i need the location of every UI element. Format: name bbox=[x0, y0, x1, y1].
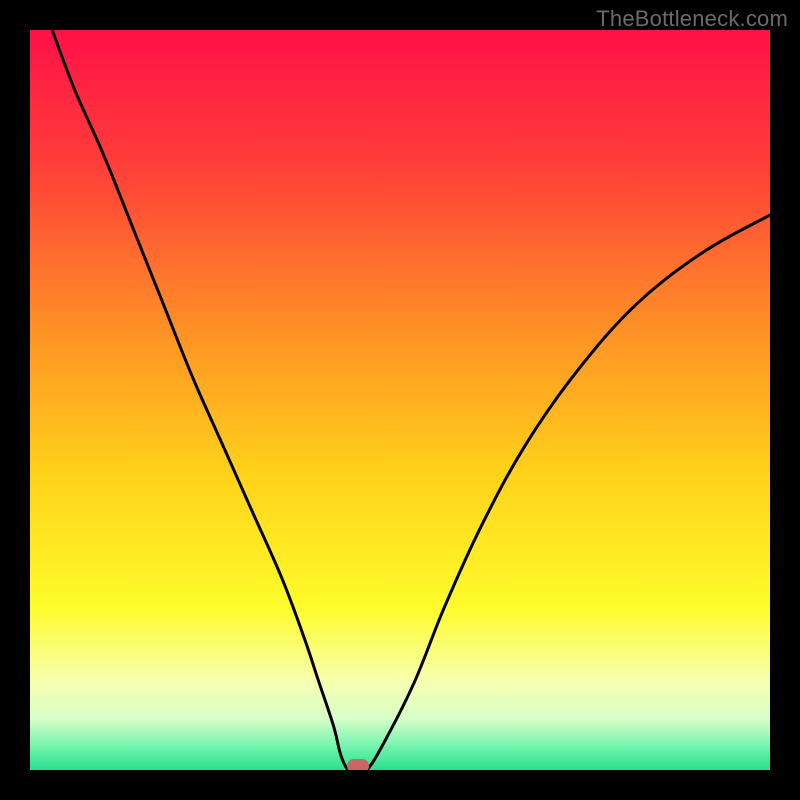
watermark-text: TheBottleneck.com bbox=[596, 6, 788, 32]
bottleneck-curve bbox=[52, 30, 770, 770]
plot-area bbox=[30, 30, 770, 770]
optimum-marker bbox=[347, 759, 369, 770]
curve-layer bbox=[30, 30, 770, 770]
chart-frame: TheBottleneck.com bbox=[0, 0, 800, 800]
